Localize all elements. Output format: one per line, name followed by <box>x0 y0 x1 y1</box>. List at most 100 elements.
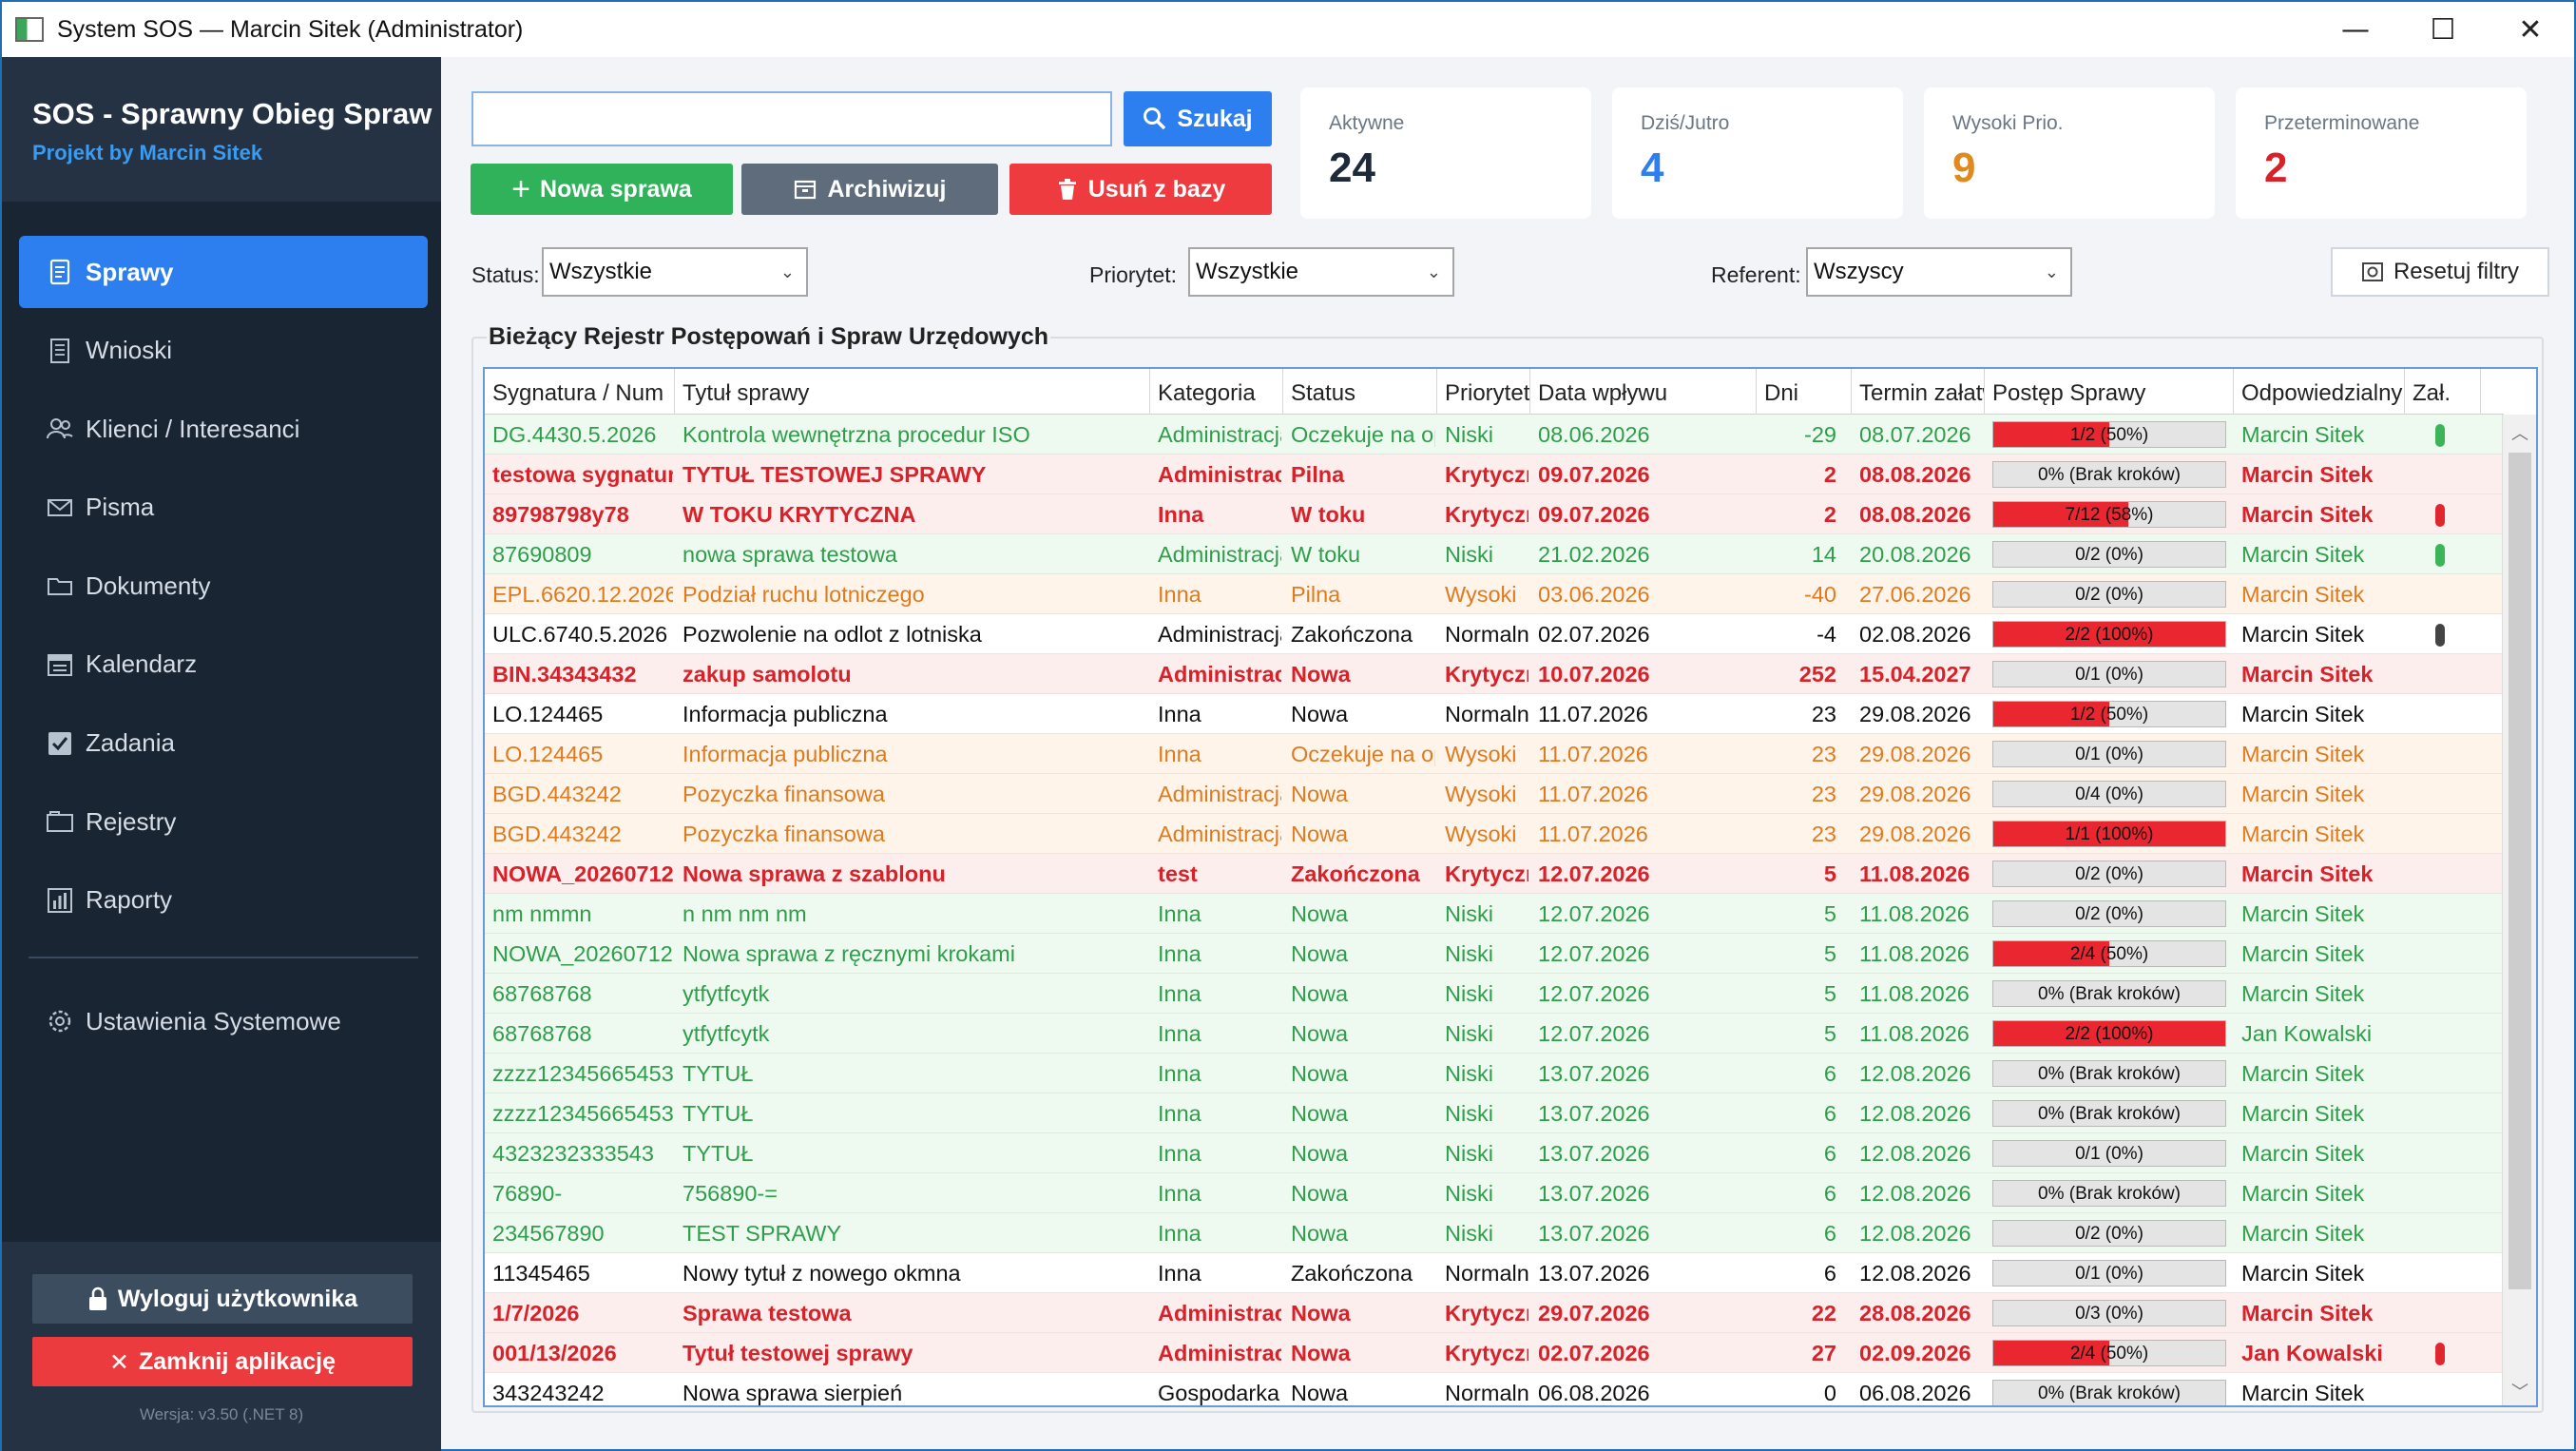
table-row[interactable]: 76890- 756890-= Inna Nowa Niski 13.07.2026 6 12… <box>485 1173 2504 1213</box>
cell-days: 2 <box>1823 502 1836 527</box>
scroll-up-icon[interactable]: ︿ <box>2503 420 2536 445</box>
column-header[interactable]: Dni <box>1757 369 1852 415</box>
progress-bar: 0/1 (0%) <box>1992 1260 2226 1287</box>
column-header[interactable]: Termin załatwienia <box>1852 369 1985 415</box>
cell-owner: Marcin Sitek <box>2241 901 2365 926</box>
column-header[interactable]: Data wpływu <box>1530 369 1757 415</box>
table-row[interactable]: DG.4430.5.2026 Kontrola wewnętrzna proced… <box>485 415 2504 455</box>
maximize-button[interactable]: ☐ <box>2399 2 2487 57</box>
cell-date: 13.07.2026 <box>1538 1141 1650 1166</box>
search-button[interactable]: Szukaj <box>1124 91 1272 146</box>
column-header[interactable]: Odpowiedzialny <box>2234 369 2405 415</box>
archive-button[interactable]: Archiwizuj <box>741 164 998 215</box>
table-row[interactable]: 001/13/2026 Tytuł testowej sprawy Administ… <box>485 1333 2504 1373</box>
close-window-button[interactable]: ✕ <box>2487 2 2574 57</box>
table-row[interactable]: BGD.443242 Pozyczka finansowa Administracj… <box>485 814 2504 854</box>
column-header[interactable]: Kategoria <box>1150 369 1283 415</box>
cell-prio: Niski <box>1445 1021 1493 1046</box>
table-row[interactable]: 89798798y78 W TOKU KRYTYCZNA Inna W toku Kry… <box>485 494 2504 534</box>
stat-label: Dziś/Jutro <box>1641 112 1730 134</box>
stat-card: Wysoki Prio. 9 <box>1924 87 2215 219</box>
table-row[interactable]: BGD.443242 Pozyczka finansowa Administracj… <box>485 774 2504 814</box>
new-case-button[interactable]: + Nowa sprawa <box>471 164 733 215</box>
table-row[interactable]: NOWA_20260712 Nowa sprawa z szablonu test Z… <box>485 854 2504 894</box>
cell-title: TYTUŁ <box>682 1141 754 1166</box>
table-row[interactable]: 11345465 Nowy tytuł z nowego okmna Inna Zak… <box>485 1253 2504 1293</box>
table-row[interactable]: 234567890 TEST SPRAWY Inna Nowa Niski 13.07.2… <box>485 1213 2504 1253</box>
sidebar-item-kalendarz[interactable]: Kalendarz <box>19 629 428 701</box>
cell-title: W TOKU KRYTYCZNA <box>682 502 916 527</box>
stat-value: 24 <box>1329 145 1375 191</box>
column-header[interactable]: Postęp Sprawy <box>1985 369 2234 415</box>
sidebar-item-raporty[interactable]: Raporty <box>19 864 428 937</box>
cell-prio: Niski <box>1445 1061 1493 1086</box>
table-row[interactable]: NOWA_20260712 Nowa sprawa z ręcznymi krok… <box>485 934 2504 974</box>
cell-date: 02.07.2026 <box>1538 1341 1650 1365</box>
cell-date: 12.07.2026 <box>1538 981 1650 1006</box>
table-row[interactable]: BIN.34343432 zakup samolotu Administracja N… <box>485 654 2504 694</box>
reset-icon <box>2361 261 2384 283</box>
search-input[interactable] <box>471 91 1112 146</box>
sidebar-item-rejestry[interactable]: Rejestry <box>19 785 428 858</box>
table-row[interactable]: LO.124465 Informacja publiczna Inna Nowa Nor… <box>485 694 2504 734</box>
cell-days: 252 <box>1798 662 1836 687</box>
column-header[interactable]: Tytuł sprawy <box>675 369 1150 415</box>
table-row[interactable]: testowa sygnatura TYTUŁ TESTOWEJ SPRAWY Ad… <box>485 455 2504 494</box>
table-row[interactable]: zzzz12345665453 TYTUŁ Inna Nowa Niski 13.07.2… <box>485 1093 2504 1133</box>
cases-table[interactable]: Sygnatura / Num Tytuł sprawy Kategoria Stat… <box>483 367 2538 1407</box>
table-row[interactable]: 343243242 Nowa sprawa sierpień Gospodarka N… <box>485 1373 2504 1405</box>
cell-prio: Niski <box>1445 1221 1493 1246</box>
progress-bar: 0/4 (0%) <box>1992 781 2226 807</box>
scrollbar-thumb[interactable] <box>2509 453 2531 1289</box>
cell-status: Pilna <box>1291 462 1345 487</box>
referent-filter-select[interactable]: Wszyscy ⌄ <box>1806 247 2072 297</box>
close-app-button[interactable]: ✕ Zamknij aplikację <box>32 1337 413 1386</box>
table-row[interactable]: EPL.6620.12.2026 Podział ruchu lotniczego… <box>485 574 2504 614</box>
table-row[interactable]: LO.124465 Informacja publiczna Inna Oczekuj… <box>485 734 2504 774</box>
table-row[interactable]: nm nmmn n nm nm nm Inna Nowa Niski 12.07.2026… <box>485 894 2504 934</box>
sidebar-item-dokumenty[interactable]: Dokumenty <box>19 550 428 622</box>
attachment-icon[interactable] <box>2435 544 2445 567</box>
scroll-down-icon[interactable]: ﹀ <box>2503 1379 2536 1403</box>
minimize-button[interactable]: — <box>2312 2 2399 57</box>
cell-owner: Marcin Sitek <box>2241 1261 2365 1286</box>
attachment-icon[interactable] <box>2435 1343 2445 1365</box>
cell-owner: Marcin Sitek <box>2241 1181 2365 1206</box>
attachment-icon[interactable] <box>2435 624 2445 647</box>
sidebar-item-wnioski[interactable]: Wnioski <box>19 315 428 387</box>
reset-filters-button[interactable]: Resetuj filtry <box>2331 247 2549 297</box>
table-row[interactable]: 1/7/2026 Sprawa testowa Administracja Nowa K… <box>485 1293 2504 1333</box>
sidebar-item-label: Klienci / Interesanci <box>86 414 300 443</box>
status-filter-select[interactable]: Wszystkie ⌄ <box>542 247 808 297</box>
progress-text: 7/12 (58%) <box>2065 505 2154 525</box>
sidebar-item-sprawy[interactable]: Sprawy <box>19 236 428 308</box>
logout-button[interactable]: Wyloguj użytkownika <box>32 1274 413 1324</box>
column-header[interactable]: Sygnatura / Num <box>485 369 675 415</box>
attachment-icon[interactable] <box>2435 504 2445 527</box>
column-header[interactable]: Zał. <box>2405 369 2481 415</box>
cell-title: nowa sprawa testowa <box>682 542 897 567</box>
table-row[interactable]: zzzz12345665453 TYTUŁ Inna Nowa Niski 13.07.2… <box>485 1054 2504 1093</box>
delete-button[interactable]: Usuń z bazy <box>1009 164 1272 215</box>
table-row[interactable]: 68768768 ytfytfcytk Inna Nowa Niski 12.07.202… <box>485 1014 2504 1054</box>
sidebar-item-zadania[interactable]: Zadania <box>19 707 428 780</box>
progress-text: 1/1 (100%) <box>2065 824 2154 844</box>
cell-days: -40 <box>1804 582 1836 607</box>
cell-term: 11.08.2026 <box>1859 861 1970 886</box>
sidebar-item-pisma[interactable]: Pisma <box>19 472 428 544</box>
table-row[interactable]: 4323232333543 TYTUŁ Inna Nowa Niski 13.07.202… <box>485 1133 2504 1173</box>
vertical-scrollbar[interactable]: ︿ ﹀ <box>2502 415 2536 1405</box>
progress-bar: 2/2 (100%) <box>1992 1020 2226 1047</box>
table-row[interactable]: 87690809 nowa sprawa testowa Administracja… <box>485 534 2504 574</box>
brand: SOS - Sprawny Obieg Spraw Projekt by Mar… <box>2 57 441 202</box>
attachment-icon[interactable] <box>2435 424 2445 447</box>
column-header[interactable]: Status <box>1283 369 1437 415</box>
sidebar-divider <box>29 957 418 958</box>
sidebar-item-settings[interactable]: Ustawienia Systemowe <box>19 985 428 1057</box>
cell-cat: Inna <box>1158 901 1201 926</box>
priority-filter-select[interactable]: Wszystkie ⌄ <box>1188 247 1454 297</box>
column-header[interactable]: Priorytet <box>1437 369 1530 415</box>
table-row[interactable]: 68768768 ytfytfcytk Inna Nowa Niski 12.07.202… <box>485 974 2504 1014</box>
sidebar-item-klienci[interactable]: Klienci / Interesanci <box>19 393 428 465</box>
table-row[interactable]: ULC.6740.5.2026 Pozwolenie na odlot z lot… <box>485 614 2504 654</box>
